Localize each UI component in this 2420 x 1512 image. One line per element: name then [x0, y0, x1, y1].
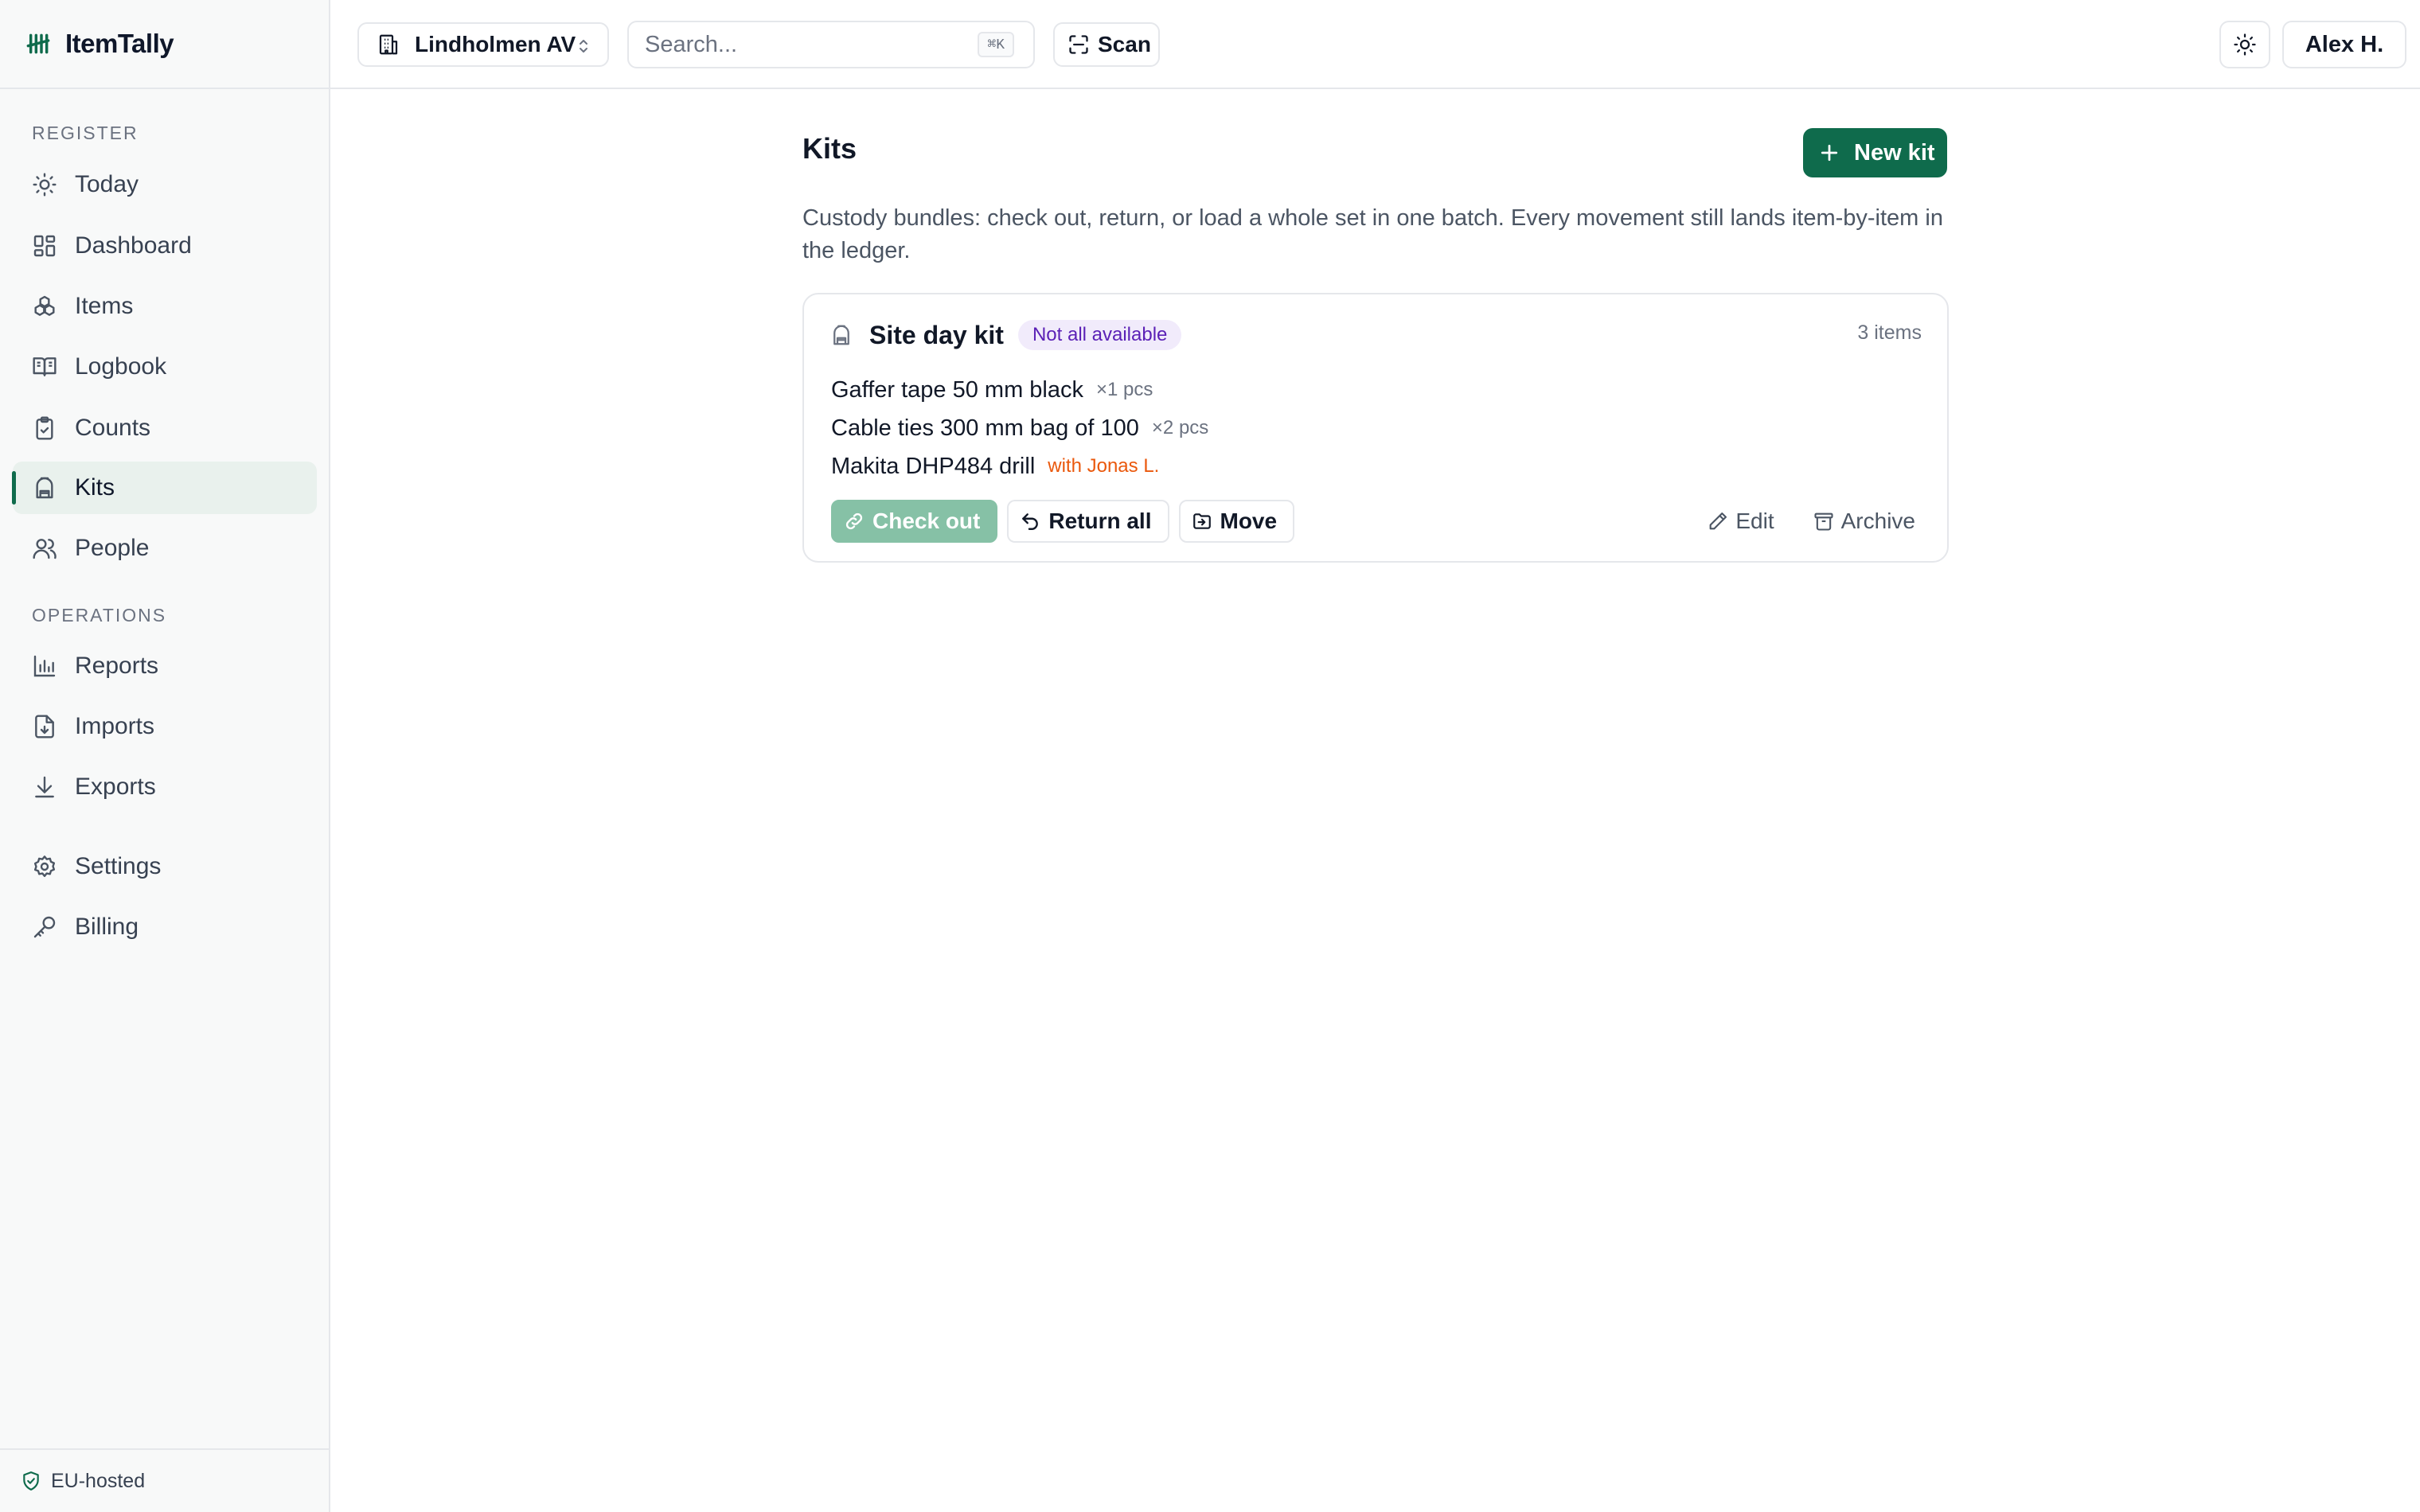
availability-badge: Not all available: [1017, 320, 1182, 350]
hosting-badge: EU-hosted: [0, 1448, 329, 1512]
list-item: Gaffer tape 50 mm black ×1 pcs: [831, 371, 1208, 409]
archive-button[interactable]: Archive: [1813, 500, 1915, 543]
edit-label: Edit: [1735, 509, 1774, 533]
boxes-icon: [32, 294, 57, 319]
archive-icon: [1813, 510, 1835, 532]
workspace-select[interactable]: Lindholmen AV: [357, 22, 609, 67]
kit-actions: Check out Return all Move: [831, 500, 1304, 543]
nav-section-operations: OPERATIONS: [32, 605, 167, 625]
item-name: Makita DHP484 drill: [831, 453, 1036, 479]
sidebar-item-people[interactable]: People: [13, 522, 317, 575]
search-shortcut: ⌘K: [978, 32, 1014, 57]
sidebar-item-kits[interactable]: Kits: [12, 462, 317, 514]
check-out-button[interactable]: Check out: [831, 500, 998, 543]
move-button[interactable]: Move: [1178, 500, 1295, 543]
item-name: Gaffer tape 50 mm black: [831, 376, 1084, 403]
item-name: Cable ties 300 mm bag of 100: [831, 415, 1139, 441]
book-icon: [32, 354, 57, 380]
kit-card: Site day kit Not all available 3 items G…: [802, 293, 1949, 563]
key-icon: [32, 914, 57, 940]
search-box[interactable]: ⌘K: [627, 21, 1035, 68]
kit-name[interactable]: Site day kit: [869, 321, 1004, 350]
app-name: ItemTally: [65, 29, 174, 58]
sidebar-item-counts[interactable]: Counts: [13, 402, 317, 454]
item-quantity: ×1 pcs: [1096, 379, 1153, 400]
sidebar-item-label: Imports: [75, 713, 155, 739]
backpack-icon: [32, 475, 57, 501]
backpack-icon: [829, 322, 853, 348]
new-kit-button[interactable]: New kit: [1803, 128, 1947, 177]
sidebar-item-label: Logbook: [75, 353, 167, 380]
return-all-button[interactable]: Return all: [1007, 500, 1169, 543]
move-label: Move: [1220, 509, 1278, 533]
folder-move-icon: [1192, 511, 1212, 532]
sidebar-item-reports[interactable]: Reports: [13, 640, 317, 692]
pencil-icon: [1707, 510, 1729, 532]
sidebar-item-exports[interactable]: Exports: [13, 761, 317, 813]
kit-item-list: Gaffer tape 50 mm black ×1 pcs Cable tie…: [831, 371, 1208, 485]
item-custody: with Jonas L.: [1048, 455, 1160, 477]
dashboard-icon: [32, 233, 57, 259]
sidebar-item-dashboard[interactable]: Dashboard: [13, 220, 317, 272]
edit-button[interactable]: Edit: [1707, 500, 1774, 543]
page-title: Kits: [802, 132, 857, 165]
sidebar-item-logbook[interactable]: Logbook: [13, 341, 317, 393]
kit-secondary-actions: Edit Archive: [1669, 500, 1915, 543]
return-all-label: Return all: [1048, 509, 1152, 533]
file-import-icon: [32, 714, 57, 739]
archive-label: Archive: [1840, 509, 1915, 533]
sidebar-item-today[interactable]: Today: [13, 158, 317, 211]
kit-item-count: 3 items: [1857, 321, 1922, 344]
bar-chart-icon: [32, 653, 57, 679]
item-quantity: ×2 pcs: [1151, 417, 1209, 438]
undo-icon: [1020, 511, 1040, 532]
sidebar-item-label: Billing: [75, 914, 139, 940]
clipboard-check-icon: [32, 415, 57, 441]
shield-check-icon: [21, 1471, 41, 1491]
sidebar-item-label: Kits: [75, 474, 115, 501]
chevron-up-down-icon: [576, 37, 591, 56]
sidebar-item-label: Exports: [75, 774, 156, 800]
nav-section-register: REGISTER: [32, 123, 139, 143]
sidebar: ItemTally REGISTER Today Dashboard Items…: [0, 0, 330, 1512]
users-icon: [32, 536, 57, 561]
list-item: Cable ties 300 mm bag of 100 ×2 pcs: [831, 409, 1208, 447]
link-icon: [844, 511, 865, 532]
sidebar-item-items[interactable]: Items: [13, 280, 317, 333]
check-out-label: Check out: [872, 509, 981, 533]
sidebar-item-label: Counts: [75, 415, 151, 441]
new-kit-label: New kit: [1854, 139, 1935, 166]
search-input[interactable]: [645, 22, 963, 67]
sun-icon: [32, 172, 57, 197]
sidebar-item-label: Reports: [75, 653, 159, 679]
brand[interactable]: ItemTally: [0, 0, 329, 89]
page-description: Custody bundles: check out, return, or l…: [802, 205, 1943, 263]
topbar: Lindholmen AV ⌘K Scan Alex H.: [330, 0, 2420, 89]
tally-logo-icon: [25, 31, 51, 57]
scan-button[interactable]: Scan: [1053, 22, 1160, 67]
sidebar-item-billing[interactable]: Billing: [13, 901, 317, 953]
scan-icon: [1068, 33, 1090, 56]
building-icon: [377, 33, 400, 57]
workspace-name: Lindholmen AV: [415, 32, 576, 57]
sidebar-item-settings[interactable]: Settings: [13, 840, 317, 893]
gear-icon: [32, 854, 57, 879]
sidebar-item-label: Items: [75, 293, 134, 319]
theme-toggle-button[interactable]: [2219, 21, 2270, 68]
kit-header: Site day kit Not all available: [829, 320, 1182, 350]
sidebar-item-imports[interactable]: Imports: [13, 700, 317, 753]
sidebar-item-label: Dashboard: [75, 232, 192, 259]
hosting-label: EU-hosted: [51, 1469, 146, 1492]
sun-icon: [2233, 33, 2257, 57]
list-item: Makita DHP484 drill with Jonas L.: [831, 447, 1208, 485]
sidebar-item-label: Settings: [75, 853, 162, 879]
sidebar-item-label: People: [75, 535, 150, 561]
scan-label: Scan: [1098, 32, 1151, 57]
user-menu-button[interactable]: Alex H.: [2282, 21, 2406, 68]
download-icon: [32, 774, 57, 800]
plus-icon: [1817, 141, 1841, 165]
sidebar-item-label: Today: [75, 171, 139, 197]
